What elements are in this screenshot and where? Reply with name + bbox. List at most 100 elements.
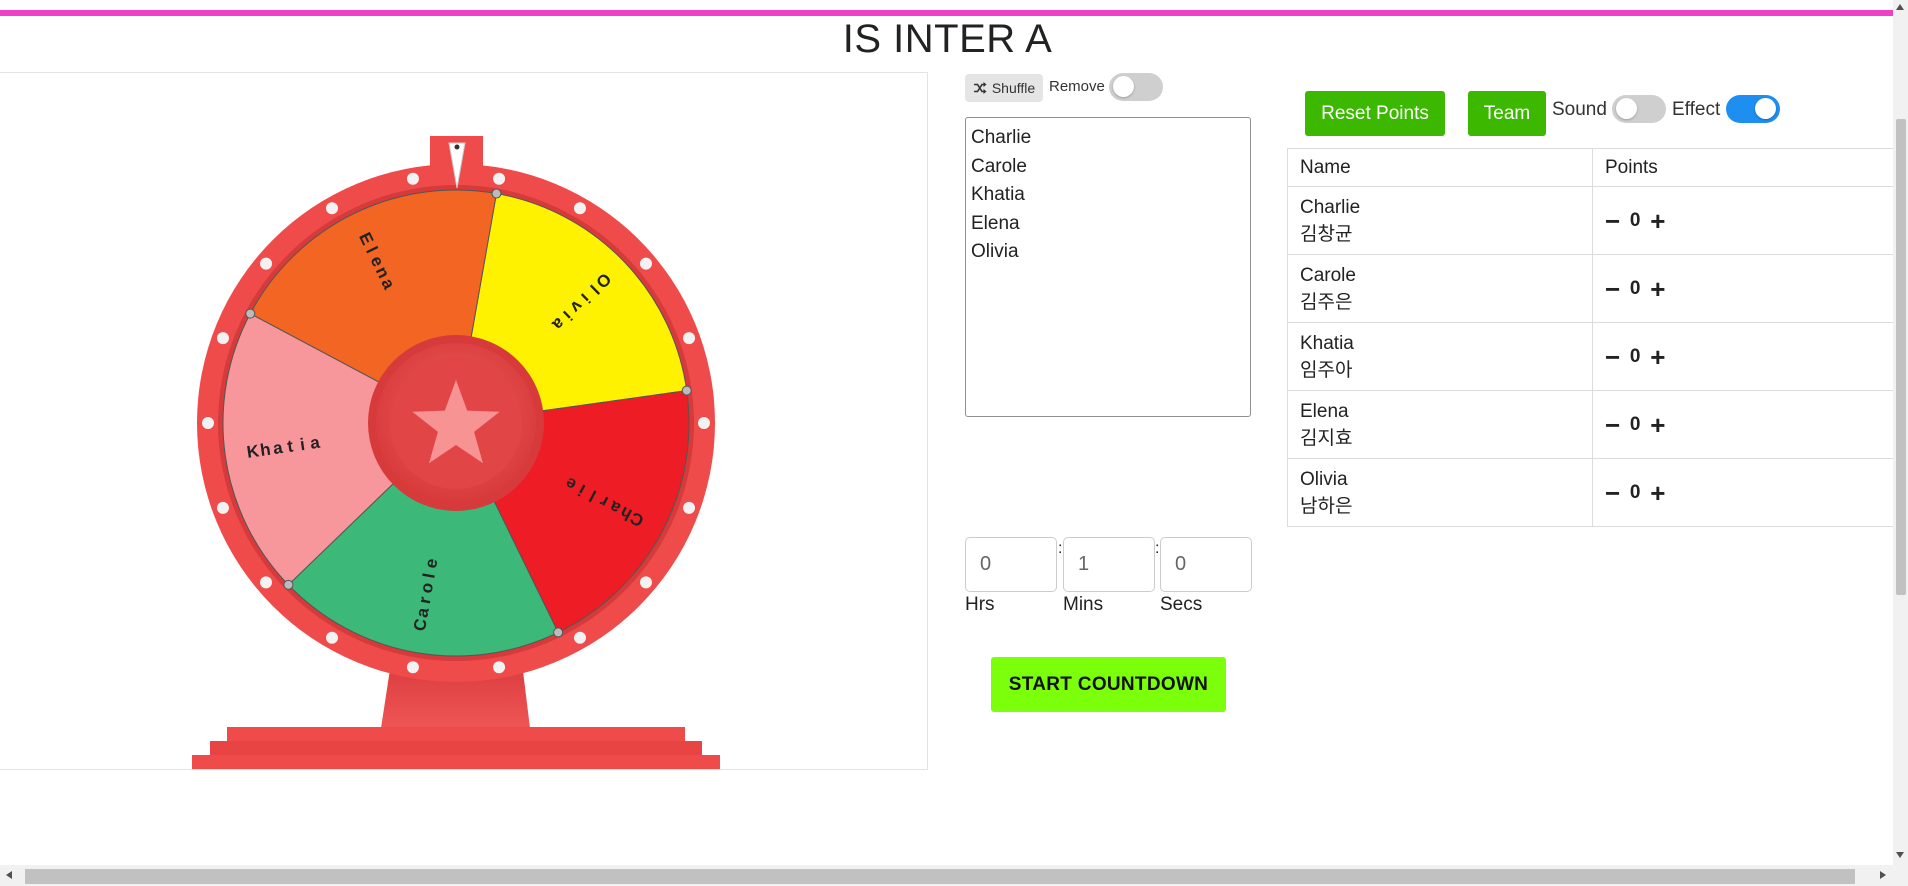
wheel-pin [553,627,564,638]
team-button[interactable]: Team [1468,91,1546,136]
rim-light [326,202,338,215]
rim-light [574,202,586,215]
points-column-header: Points [1592,148,1896,187]
top-accent-bar [0,10,1908,16]
sound-label: Sound [1552,99,1607,120]
minutes-input[interactable]: 1 [1063,537,1155,592]
minus-icon[interactable]: − [1605,276,1620,302]
points-value: 0 [1629,345,1641,367]
scroll-down-icon[interactable] [1896,852,1904,858]
rim-light [406,661,419,674]
player-name: Carole [1300,264,1356,286]
effect-toggle[interactable] [1726,95,1780,123]
scroll-left-icon[interactable] [6,871,12,879]
table-row: Olivia 남하은 −0 + [1287,458,1896,527]
points-cell: −0 + [1592,390,1896,459]
player-name: Charlie [1300,196,1361,218]
remove-toggle[interactable] [1109,73,1163,101]
plus-icon[interactable]: + [1650,480,1665,506]
plus-icon[interactable]: + [1650,344,1665,370]
points-table: Name Points Charlie 김창균 −0 + Carole 김주은 −0 + Kha… [1287,148,1896,527]
scroll-up-icon[interactable] [1896,4,1904,10]
rim-light [493,172,506,185]
rim-light [493,661,506,674]
names-list-item: Olivia [971,241,1019,262]
table-row: Charlie 김창균 −0 + [1287,186,1896,255]
wheel-pin [245,308,256,319]
minus-icon[interactable]: − [1605,344,1620,370]
points-value: 0 [1629,481,1641,503]
horizontal-scroll-thumb[interactable] [25,869,1855,884]
player-name-cell: Khatia 임주아 [1287,322,1593,391]
wheel-panel: OliviaCharlieCaroleKhatiaElena [0,72,928,770]
plus-icon[interactable]: + [1650,276,1665,302]
rim-light [406,172,419,185]
points-cell: −0 + [1592,254,1896,323]
shuffle-icon [973,82,987,94]
wheel-base-step-2 [210,741,702,755]
player-name: Khatia [1300,332,1354,354]
points-value: 0 [1629,277,1641,299]
points-value: 0 [1629,209,1641,231]
spin-wheel[interactable]: OliviaCharlieCaroleKh a t i aElena [0,73,928,770]
minus-icon[interactable]: − [1605,208,1620,234]
names-textarea[interactable]: Charlie Carole Khatia Elena Olivia [965,117,1251,417]
effect-label: Effect [1672,99,1721,120]
table-row: Elena 김지효 −0 + [1287,390,1896,459]
names-list-item: Elena [971,212,1020,234]
remove-label: Remove [1049,78,1105,95]
rim-light [639,576,652,589]
rim-light [260,257,273,270]
vertical-scroll-thumb[interactable] [1896,119,1906,595]
name-column-header: Name [1287,148,1593,187]
points-cell: −0 + [1592,322,1896,391]
player-korean-name: 김주은 [1300,291,1353,313]
wheel-pin [681,385,692,396]
vertical-scrollbar[interactable] [1893,0,1908,865]
player-name: Olivia [1300,468,1348,490]
rim-light [683,332,696,345]
hours-label: Hrs [965,594,995,615]
horizontal-scrollbar[interactable] [0,865,1908,886]
rim-light [216,332,229,345]
wheel-base-step-3 [192,755,720,769]
names-list-item: Carole [971,155,1027,177]
player-korean-name: 김창균 [1300,223,1353,245]
player-name-cell: Elena 김지효 [1287,390,1593,459]
rim-light [202,417,214,429]
page-title: IS INTER A [842,17,1053,61]
rim-light [216,501,229,514]
hours-input[interactable]: 0 [965,537,1057,592]
names-list-item: Khatia [971,184,1025,205]
player-korean-name: 김지효 [1300,427,1353,449]
rim-light [574,631,586,644]
minus-icon[interactable]: − [1605,480,1620,506]
wheel-base-step-1 [227,727,685,741]
plus-icon[interactable]: + [1650,208,1665,234]
seconds-input[interactable]: 0 [1160,537,1252,592]
minus-icon[interactable]: − [1605,412,1620,438]
plus-icon[interactable]: + [1650,412,1665,438]
points-value: 0 [1629,413,1641,435]
points-cell: −0 + [1592,186,1896,255]
player-name-cell: Olivia 남하은 [1287,458,1593,527]
names-list-item: Charlie [971,127,1032,148]
sound-toggle[interactable] [1612,95,1666,123]
scroll-right-icon[interactable] [1880,871,1886,879]
table-row: Khatia 임주아 −0 + [1287,322,1896,391]
rim-light [639,257,652,270]
rim-light [260,576,273,589]
start-countdown-button[interactable]: START COUNTDOWN [991,657,1226,712]
wheel-pin [283,579,294,590]
shuffle-button[interactable]: Shuffle [965,74,1043,102]
player-name-cell: Carole 김주은 [1287,254,1593,323]
rim-light [698,417,710,429]
reset-points-button[interactable]: Reset Points [1305,91,1445,136]
wheel-pin [491,188,502,199]
rim-light [326,631,338,644]
time-separator: : [1155,540,1160,557]
minutes-label: Mins [1063,594,1104,615]
points-cell: −0 + [1592,458,1896,527]
rim-light [683,501,696,514]
player-name: Elena [1300,400,1349,422]
